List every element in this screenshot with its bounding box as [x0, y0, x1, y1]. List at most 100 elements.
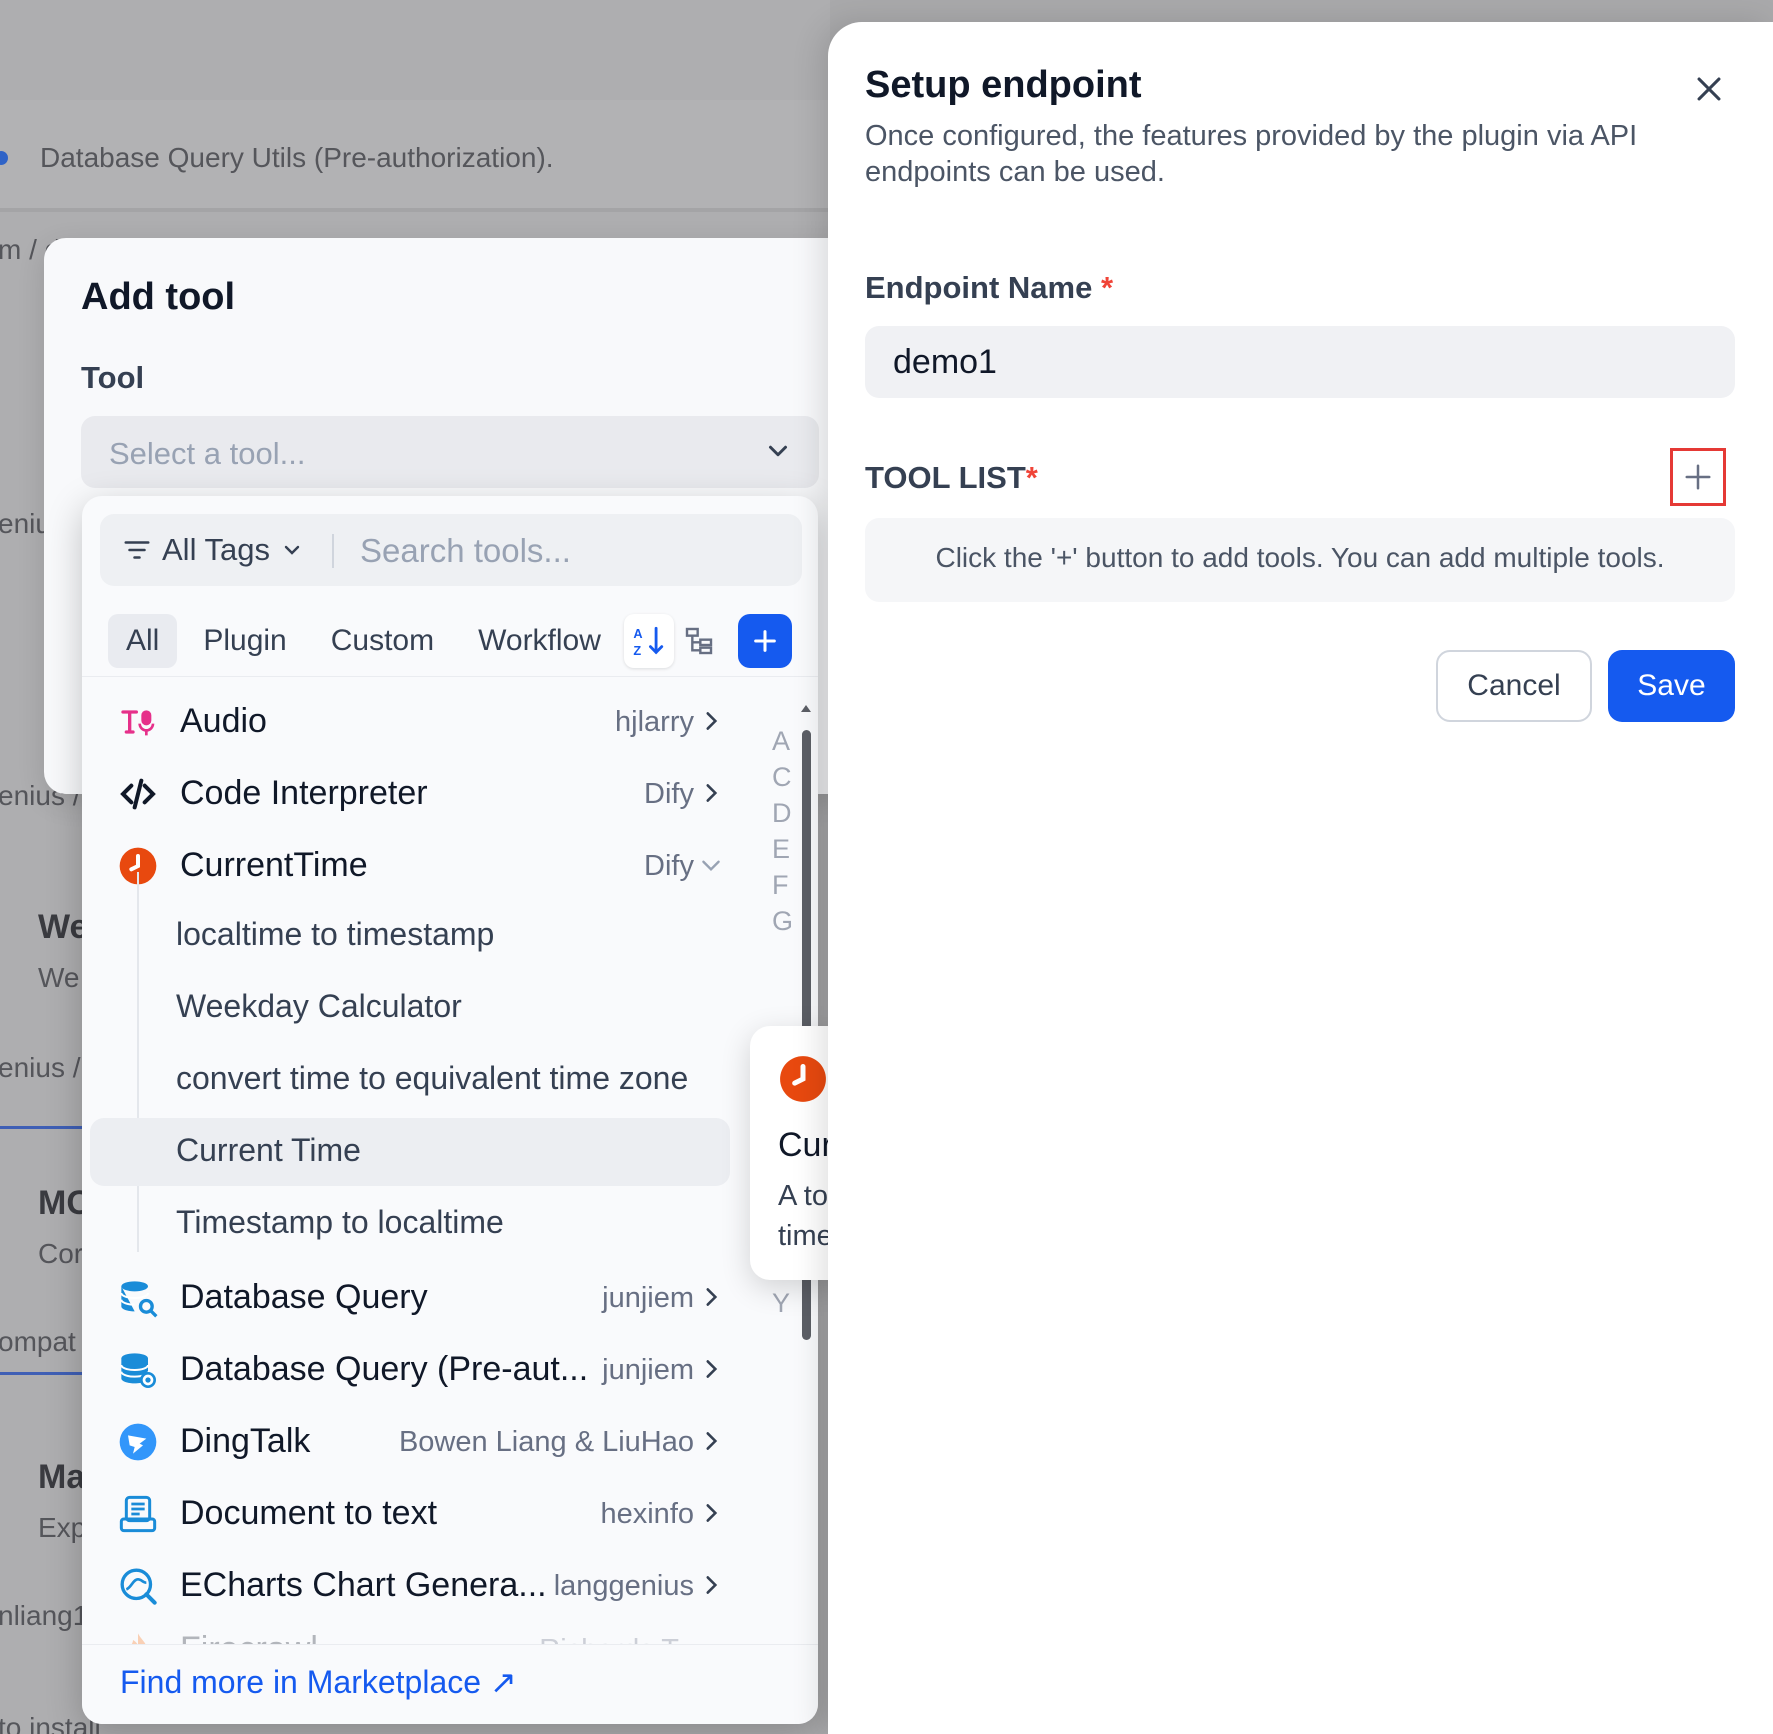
- tool-type-tabs: All Plugin Custom Workflow: [108, 614, 627, 668]
- setup-endpoint-drawer: Setup endpoint Once configured, the feat…: [828, 22, 1773, 1734]
- endpoint-name-input[interactable]: [865, 326, 1735, 398]
- tool-select[interactable]: Select a tool...: [81, 416, 819, 488]
- tags-filter-label: All Tags: [162, 532, 270, 567]
- sort-alpha-icon: A Z: [633, 626, 664, 658]
- tool-author: junjiem: [602, 1282, 694, 1314]
- tab-custom[interactable]: Custom: [313, 614, 452, 668]
- bg-fragment: We: [38, 962, 80, 993]
- filter-divider: [332, 534, 334, 568]
- endpoint-name-label: Endpoint Name *: [865, 270, 1113, 306]
- subtool-item-hovered[interactable]: Current Time: [90, 1118, 730, 1186]
- subtool-name: Current Time: [176, 1132, 361, 1168]
- tool-name: Database Query: [180, 1278, 428, 1316]
- tree-view-button[interactable]: [674, 614, 724, 668]
- alpha-index-letter[interactable]: G: [772, 906, 793, 937]
- tabs-divider: [82, 676, 818, 677]
- scroll-up-icon: [801, 705, 811, 712]
- chevron-down-icon: [284, 545, 300, 555]
- alpha-index-letter[interactable]: A: [772, 726, 790, 757]
- marketplace-link[interactable]: Find more in Marketplace ↗: [120, 1663, 517, 1701]
- cancel-button[interactable]: Cancel: [1436, 650, 1592, 722]
- alpha-index-letter[interactable]: Y: [772, 1288, 790, 1319]
- document-icon: [119, 1495, 157, 1533]
- close-icon[interactable]: [1692, 72, 1726, 106]
- database-search-icon: [120, 1281, 158, 1318]
- clock-icon: [780, 1056, 826, 1102]
- subtool-name: Weekday Calculator: [176, 988, 462, 1024]
- tool-name: Audio: [180, 702, 267, 740]
- svg-text:A: A: [633, 626, 642, 641]
- bg-divider: [0, 1372, 82, 1375]
- chevron-right-icon: [706, 712, 718, 730]
- tool-author: Dify: [644, 778, 694, 810]
- bg-fragment: Ma: [38, 1458, 86, 1496]
- add-tool-title: Add tool: [81, 276, 236, 318]
- tool-row[interactable]: Document to text hexinfo: [82, 1478, 742, 1550]
- bg-fragment: Cor: [38, 1238, 84, 1269]
- sort-alpha-button[interactable]: A Z: [624, 614, 674, 668]
- tool-row[interactable]: Database Query junjiem: [82, 1262, 742, 1334]
- tool-picker-dropdown: All Tags Search tools... All Plugin Cust…: [82, 496, 818, 1724]
- tool-author: hexinfo: [600, 1498, 694, 1530]
- subtool-guide-line: [137, 872, 139, 1252]
- alpha-index-letter[interactable]: F: [772, 870, 789, 901]
- tool-list-empty: Click the '+' button to add tools. You c…: [865, 518, 1735, 602]
- alpha-index-letter[interactable]: C: [772, 762, 792, 793]
- tool-row[interactable]: Database Query (Pre-aut... junjiem: [82, 1334, 742, 1406]
- filter-icon: [124, 541, 150, 559]
- tool-list-empty-text: Click the '+' button to add tools. You c…: [935, 542, 1665, 573]
- subtool-name: Timestamp to localtime: [176, 1204, 504, 1240]
- tool-row-expanded[interactable]: CurrentTime Dify: [82, 830, 742, 902]
- echarts-icon: [120, 1568, 157, 1605]
- chevron-down-icon: [769, 445, 787, 457]
- tool-author: langgenius: [553, 1570, 694, 1602]
- tool-name: ECharts Chart Genera...: [180, 1566, 547, 1604]
- chevron-right-icon: [706, 1576, 718, 1594]
- svg-text:Z: Z: [633, 643, 641, 658]
- tool-row[interactable]: Code Interpreter Dify: [82, 758, 742, 830]
- add-tool-list-button[interactable]: [1670, 448, 1726, 506]
- tree-view-icon: [685, 627, 713, 655]
- bg-fragment: We: [38, 908, 89, 946]
- subtool-item[interactable]: convert time to equivalent time zone: [176, 1046, 816, 1114]
- tool-author: Dify: [644, 850, 694, 882]
- subtool-name: localtime to timestamp: [176, 916, 495, 952]
- save-button[interactable]: Save: [1608, 650, 1735, 722]
- marketplace-footer: Find more in Marketplace ↗: [82, 1644, 818, 1724]
- tool-row[interactable]: ECharts Chart Genera... langgenius: [82, 1550, 742, 1622]
- tab-plugin[interactable]: Plugin: [185, 614, 304, 668]
- chevron-right-icon: [706, 784, 718, 802]
- subtool-item[interactable]: Timestamp to localtime: [176, 1190, 816, 1258]
- tool-list-label: TOOL LIST*: [865, 460, 1038, 496]
- add-custom-tool-button[interactable]: [738, 614, 792, 668]
- tool-select-placeholder: Select a tool...: [109, 436, 306, 471]
- endpoint-name-label-text: Endpoint Name: [865, 270, 1093, 305]
- bg-item-description: Database Query Utils (Pre-authorization)…: [40, 142, 554, 173]
- subtool-item[interactable]: Weekday Calculator: [176, 974, 816, 1042]
- dingtalk-icon: [119, 1423, 157, 1461]
- alpha-index-letter[interactable]: D: [772, 798, 792, 829]
- tool-author: hjlarry: [615, 706, 694, 738]
- alpha-index-letter[interactable]: E: [772, 834, 790, 865]
- tool-name: CurrentTime: [180, 846, 368, 884]
- drawer-title: Setup endpoint: [865, 64, 1142, 106]
- tab-workflow[interactable]: Workflow: [460, 614, 619, 668]
- bg-fragment: ompat: [0, 1326, 76, 1357]
- code-icon: [120, 778, 156, 810]
- tool-name: Database Query (Pre-aut...: [180, 1350, 589, 1388]
- bg-divider: [0, 1126, 82, 1129]
- plus-icon: [1685, 464, 1711, 490]
- tool-row[interactable]: DingTalk Bowen Liang & LiuHao: [82, 1406, 742, 1478]
- tool-author: junjiem: [602, 1354, 694, 1386]
- chevron-right-icon: [706, 1504, 718, 1522]
- tool-row[interactable]: Audio hjlarry: [82, 686, 742, 758]
- chevron-down-icon: [702, 860, 720, 872]
- subtool-name: convert time to equivalent time zone: [176, 1060, 689, 1096]
- audio-icon: [121, 710, 155, 736]
- tags-filter[interactable]: All Tags: [122, 532, 304, 568]
- required-mark: *: [1100, 270, 1114, 305]
- subtool-item[interactable]: localtime to timestamp: [176, 902, 816, 970]
- tab-all[interactable]: All: [108, 614, 178, 668]
- search-tools-input[interactable]: Search tools...: [360, 532, 571, 570]
- tool-filter-bar: All Tags Search tools...: [100, 514, 802, 586]
